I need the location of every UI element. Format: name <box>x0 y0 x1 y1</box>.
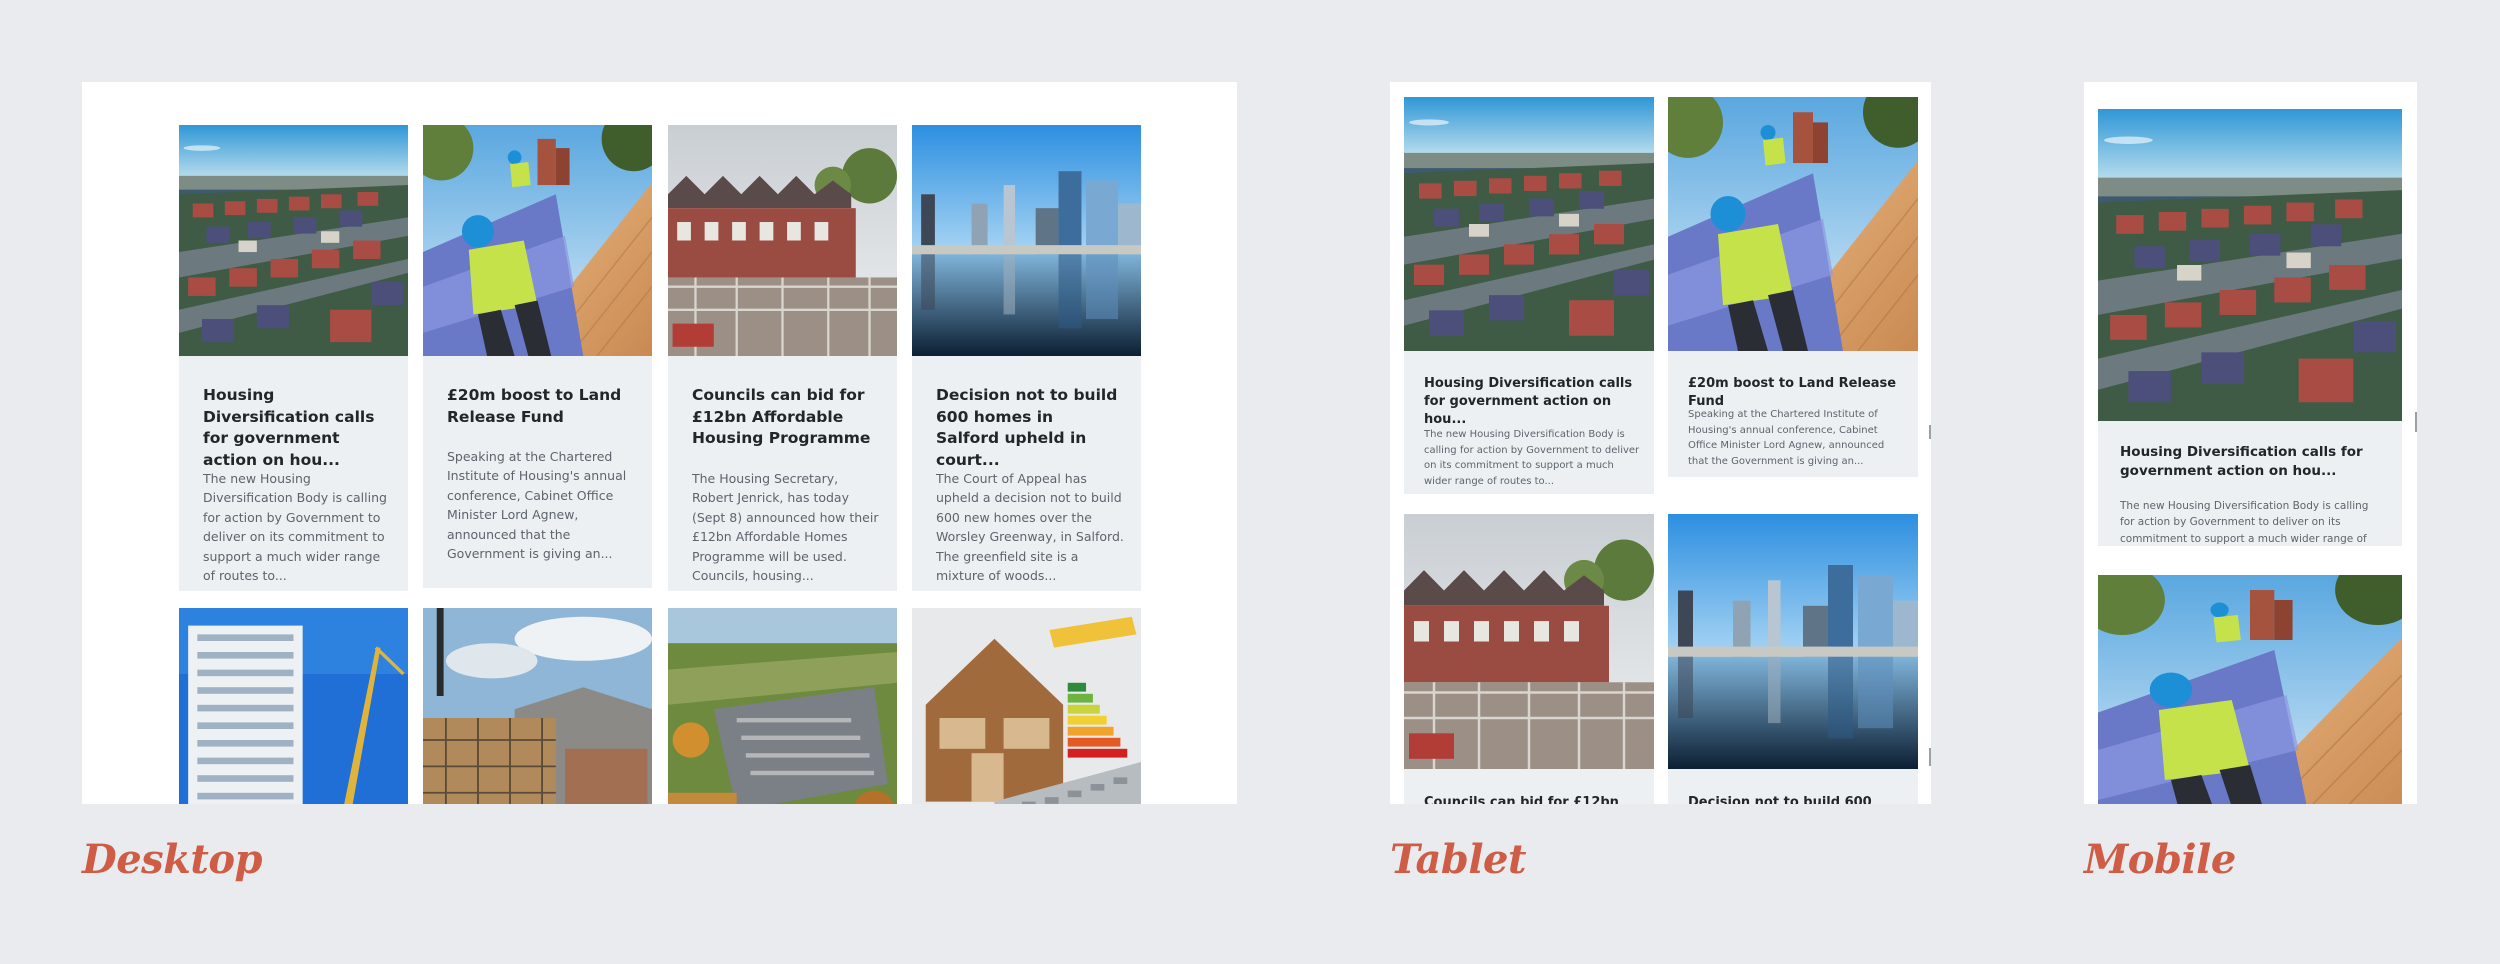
article-card-affordable-housing-programme[interactable]: Councils can bid for £12bn <box>1404 514 1654 804</box>
roofer-worker-image <box>2098 575 2402 804</box>
aerial-town-image <box>668 608 897 804</box>
article-card-salford-homes[interactable]: Decision not to build 600 homes <box>1668 514 1918 804</box>
tower-block-crane-image <box>179 608 408 804</box>
article-excerpt: The new Housing Diversification Body is … <box>1424 429 1640 487</box>
mobile-label: Mobile <box>2084 836 2236 883</box>
article-title[interactable]: Decision not to build 600 homes in Salfo… <box>936 385 1121 472</box>
article-title[interactable]: Housing Diversification calls for govern… <box>2120 443 2386 481</box>
article-title[interactable]: £20m boost to Land Release Fund <box>1688 375 1904 411</box>
terraced-houses-construction-image <box>668 125 897 356</box>
article-title[interactable]: Councils can bid for £12bn Affordable Ho… <box>692 385 877 450</box>
article-excerpt: The new Housing Diversification Body is … <box>2120 500 2369 545</box>
article-title[interactable]: Housing Diversification calls for govern… <box>1424 375 1640 430</box>
tablet-scrollbar-marker[interactable] <box>1929 748 1931 766</box>
article-excerpt: Speaking at the Chartered Institute of H… <box>1688 409 1885 467</box>
article-card-housing-diversification[interactable]: Housing Diversification calls for govern… <box>179 125 408 591</box>
article-card-salford-homes[interactable]: Decision not to build 600 homes in Salfo… <box>912 125 1141 591</box>
tablet-scrollbar-marker[interactable] <box>1929 425 1931 439</box>
scaffolded-building-image <box>423 608 652 804</box>
aerial-housing-estate-image <box>2098 109 2402 421</box>
tablet-label: Tablet <box>1390 836 1526 883</box>
article-excerpt: The Court of Appeal has upheld a decisio… <box>936 471 1124 583</box>
article-card-scaffolded-building[interactable] <box>423 608 652 804</box>
mobile-scrollbar-marker[interactable] <box>2415 412 2417 432</box>
article-card-land-release-fund[interactable]: £20m boost to Land Release Fund Speaking… <box>423 125 652 588</box>
article-card-affordable-housing-programme[interactable]: Councils can bid for £12bn Affordable Ho… <box>668 125 897 591</box>
terraced-houses-construction-image <box>1404 514 1654 769</box>
mobile-preview-frame: Housing Diversification calls for govern… <box>2084 82 2417 804</box>
aerial-housing-estate-image <box>1404 97 1654 351</box>
article-card-energy-rating[interactable] <box>912 608 1141 804</box>
roofer-worker-image <box>1668 97 1918 351</box>
article-excerpt: The Housing Secretary, Robert Jenrick, h… <box>692 471 879 583</box>
article-card-housing-diversification[interactable]: Housing Diversification calls for govern… <box>1404 97 1654 494</box>
salford-waterfront-image <box>1668 514 1918 769</box>
aerial-housing-estate-image <box>179 125 408 356</box>
article-title[interactable]: Housing Diversification calls for govern… <box>203 385 388 472</box>
article-card-land-release-fund[interactable] <box>2098 575 2402 804</box>
article-card-tower-block[interactable] <box>179 608 408 804</box>
article-excerpt: The new Housing Diversification Body is … <box>203 471 387 583</box>
tablet-preview-frame: Housing Diversification calls for govern… <box>1390 82 1931 804</box>
desktop-preview-frame: Housing Diversification calls for govern… <box>82 82 1237 804</box>
energy-rating-house-image <box>912 608 1141 804</box>
article-title[interactable]: Councils can bid for £12bn <box>1424 794 1640 804</box>
article-excerpt: Speaking at the Chartered Institute of H… <box>447 449 627 561</box>
article-title[interactable]: Decision not to build 600 homes <box>1688 794 1904 804</box>
article-card-aerial-town[interactable] <box>668 608 897 804</box>
article-card-housing-diversification[interactable]: Housing Diversification calls for govern… <box>2098 109 2402 546</box>
roofer-worker-image <box>423 125 652 356</box>
article-title[interactable]: £20m boost to Land Release Fund <box>447 385 632 428</box>
salford-waterfront-image <box>912 125 1141 356</box>
desktop-label: Desktop <box>82 836 263 883</box>
article-card-land-release-fund[interactable]: £20m boost to Land Release Fund Speaking… <box>1668 97 1918 477</box>
